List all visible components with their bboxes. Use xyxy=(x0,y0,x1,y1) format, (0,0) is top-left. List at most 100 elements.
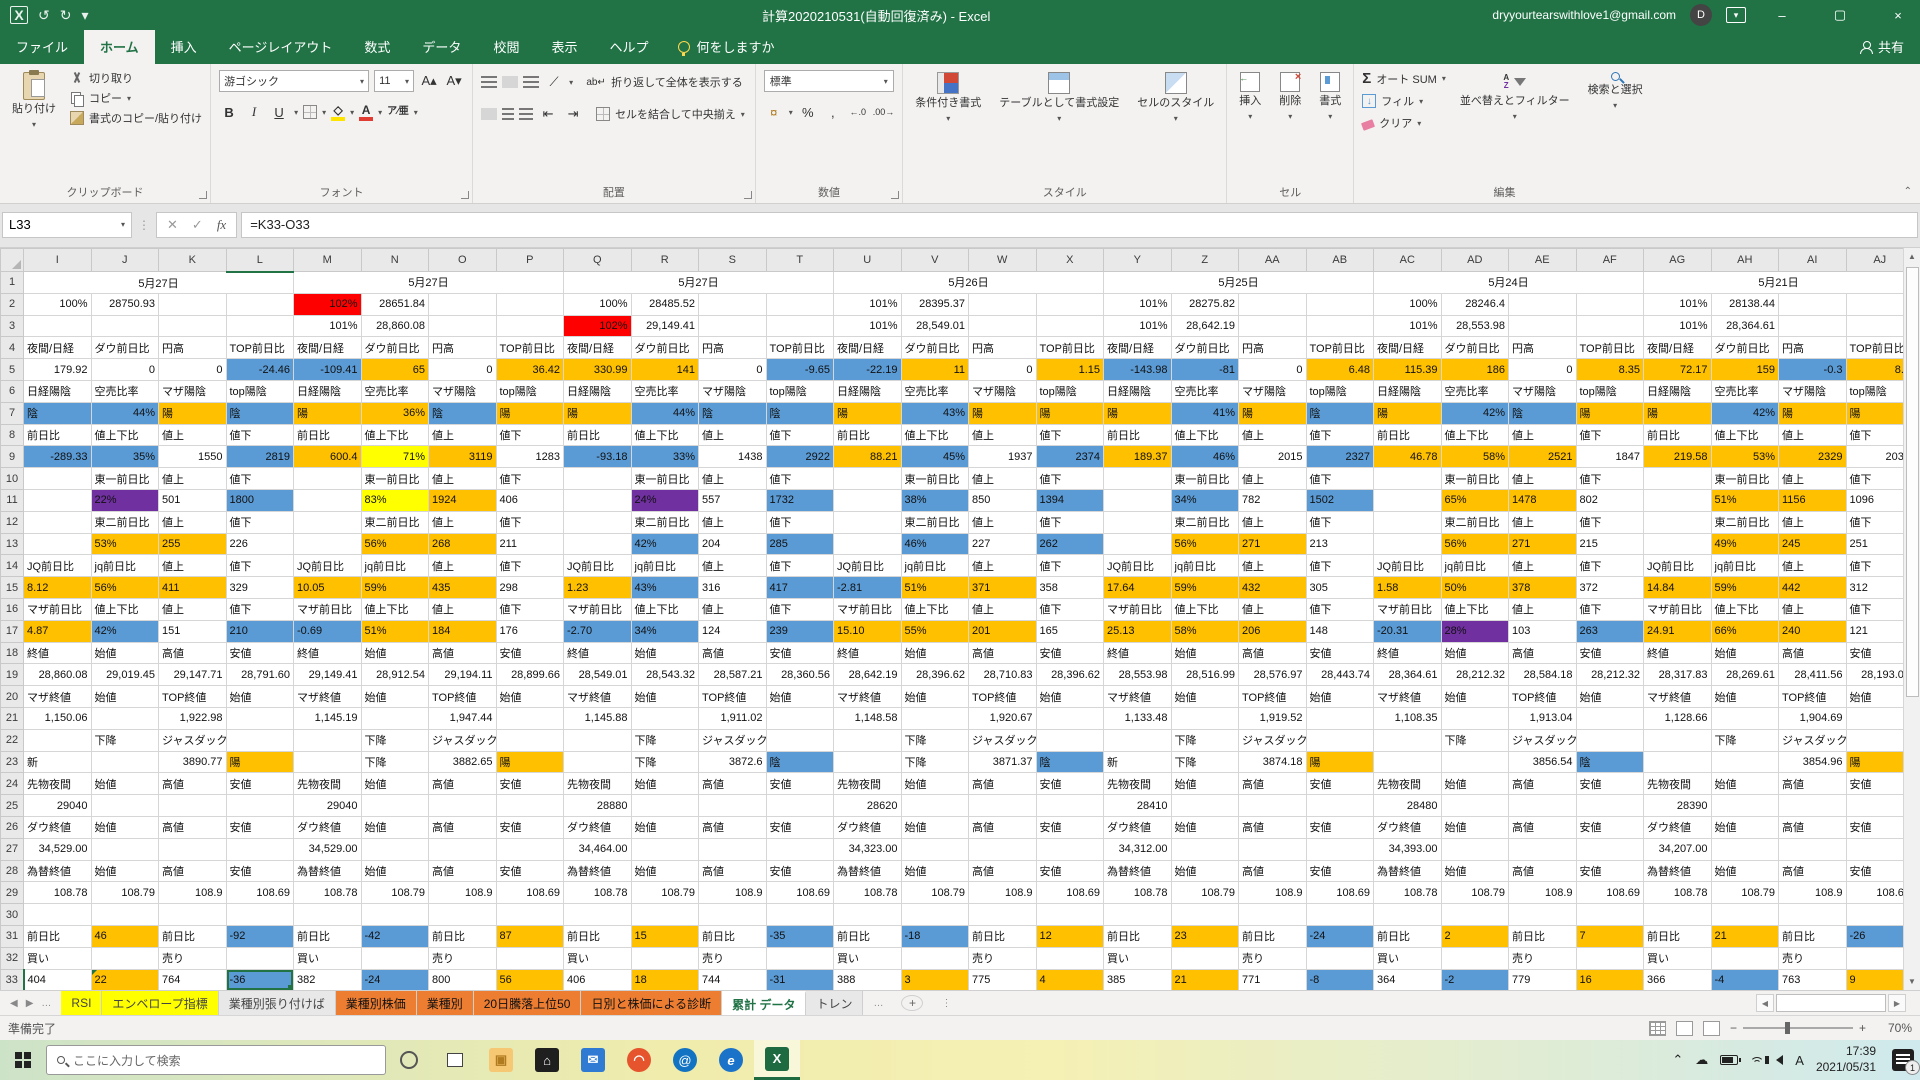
row-header-24[interactable]: 24 xyxy=(1,773,24,795)
cell-AF16[interactable]: 値下 xyxy=(1576,598,1644,620)
cell-AI22[interactable]: ジャスダック xyxy=(1779,729,1847,751)
cell-AA29[interactable]: 108.9 xyxy=(1239,882,1307,904)
cell-R21[interactable] xyxy=(631,707,699,729)
cell-W27[interactable] xyxy=(969,838,1037,860)
sheet-nav-more-icon[interactable]: … xyxy=(41,998,51,1009)
cell-Z32[interactable] xyxy=(1171,947,1239,969)
cell-T2[interactable] xyxy=(766,293,834,315)
cell-AF13[interactable]: 215 xyxy=(1576,533,1644,555)
cell-U27[interactable]: 34,323.00 xyxy=(834,838,902,860)
increase-decimal-icon[interactable]: ←.0 xyxy=(848,102,868,122)
cell-X27[interactable] xyxy=(1036,838,1104,860)
cell-I2[interactable]: 100% xyxy=(24,293,92,315)
cell-AC6[interactable]: 日経陽陰 xyxy=(1374,380,1442,402)
cell-AH29[interactable]: 108.79 xyxy=(1711,882,1779,904)
cell-O14[interactable]: 値上 xyxy=(429,555,497,577)
cell-AA21[interactable]: 1,919.52 xyxy=(1239,707,1307,729)
cell-AC31[interactable]: 前日比 xyxy=(1374,925,1442,947)
cell-AG12[interactable] xyxy=(1644,511,1712,533)
taskbar-edge[interactable]: e xyxy=(708,1040,754,1080)
cell-K7[interactable]: 陽 xyxy=(159,402,227,424)
cell-AI23[interactable]: 3854.96 xyxy=(1779,751,1847,773)
cell-AE18[interactable]: 高値 xyxy=(1509,642,1577,664)
tell-me-search[interactable]: 何をしますか xyxy=(664,30,788,64)
cell-O24[interactable]: 高値 xyxy=(429,773,497,795)
format-cells-button[interactable]: 書式▾ xyxy=(1313,68,1347,182)
cell-AE7[interactable]: 陰 xyxy=(1509,402,1577,424)
account-avatar[interactable]: D xyxy=(1690,4,1712,26)
col-header-R[interactable]: R xyxy=(631,249,699,272)
cell-AG9[interactable]: 219.58 xyxy=(1644,446,1712,468)
cell-W32[interactable]: 売り xyxy=(969,947,1037,969)
cell-K15[interactable]: 411 xyxy=(159,577,227,599)
cell-AA31[interactable]: 前日比 xyxy=(1239,925,1307,947)
cell-M25[interactable]: 29040 xyxy=(294,795,362,817)
select-all-corner[interactable] xyxy=(1,249,24,272)
cell-N22[interactable]: 下降 xyxy=(361,729,429,751)
cell-AG10[interactable] xyxy=(1644,468,1712,490)
cell-Y1[interactable]: 5月25日 xyxy=(1104,272,1374,294)
cell-U11[interactable] xyxy=(834,489,902,511)
cell-Y6[interactable]: 日経陽陰 xyxy=(1104,380,1172,402)
cell-P23[interactable]: 陽 xyxy=(496,751,564,773)
cell-X6[interactable]: top陽陰 xyxy=(1036,380,1104,402)
cell-M20[interactable]: マザ終値 xyxy=(294,686,362,708)
cell-Q21[interactable]: 1,145.88 xyxy=(564,707,632,729)
cell-AE11[interactable]: 1478 xyxy=(1509,489,1577,511)
cell-T14[interactable]: 値下 xyxy=(766,555,834,577)
cell-U16[interactable]: マザ前日比 xyxy=(834,598,902,620)
cell-O15[interactable]: 435 xyxy=(429,577,497,599)
fill-button[interactable]: ↓フィル▾ xyxy=(1360,91,1448,111)
cell-N18[interactable]: 始値 xyxy=(361,642,429,664)
cell-L32[interactable] xyxy=(226,947,294,969)
scroll-right-icon[interactable]: ▶ xyxy=(1888,994,1906,1012)
cell-AI16[interactable]: 値上 xyxy=(1779,598,1847,620)
cell-V12[interactable]: 東二前日比 xyxy=(901,511,969,533)
cell-Y9[interactable]: 189.37 xyxy=(1104,446,1172,468)
row-header-21[interactable]: 21 xyxy=(1,707,24,729)
merge-center-button[interactable]: セルを結合して中央揃え▾ xyxy=(594,104,747,124)
cell-V11[interactable]: 38% xyxy=(901,489,969,511)
cell-X19[interactable]: 28,396.62 xyxy=(1036,664,1104,686)
cell-M24[interactable]: 先物夜間 xyxy=(294,773,362,795)
cell-Z19[interactable]: 28,516.99 xyxy=(1171,664,1239,686)
percent-style-button[interactable]: % xyxy=(798,102,818,122)
cell-AC2[interactable]: 100% xyxy=(1374,293,1442,315)
cell-Q25[interactable]: 28880 xyxy=(564,795,632,817)
cell-P4[interactable]: TOP前日比 xyxy=(496,337,564,359)
cell-R31[interactable]: 15 xyxy=(631,925,699,947)
cell-AG23[interactable] xyxy=(1644,751,1712,773)
row-header-8[interactable]: 8 xyxy=(1,424,24,446)
cell-Q27[interactable]: 34,464.00 xyxy=(564,838,632,860)
insert-function-icon[interactable]: fx xyxy=(217,217,226,233)
cell-AA11[interactable]: 782 xyxy=(1239,489,1307,511)
cell-I25[interactable]: 29040 xyxy=(24,795,92,817)
cell-I9[interactable]: -289.33 xyxy=(24,446,92,468)
cell-X14[interactable]: 値下 xyxy=(1036,555,1104,577)
cell-AC5[interactable]: 115.39 xyxy=(1374,359,1442,381)
cell-Q11[interactable] xyxy=(564,489,632,511)
cell-Y3[interactable]: 101% xyxy=(1104,315,1172,337)
cell-M2[interactable]: 102% xyxy=(294,293,362,315)
cell-AC11[interactable] xyxy=(1374,489,1442,511)
cell-N2[interactable]: 28651.84 xyxy=(361,293,429,315)
row-header-4[interactable]: 4 xyxy=(1,337,24,359)
sheet-tab-業種別張り付けば[interactable]: 業種別張り付けば xyxy=(219,991,336,1015)
cell-O2[interactable] xyxy=(429,293,497,315)
cell-AB20[interactable]: 始値 xyxy=(1306,686,1374,708)
cell-T19[interactable]: 28,360.56 xyxy=(766,664,834,686)
cell-R3[interactable]: 29,149.41 xyxy=(631,315,699,337)
taskbar-search-input[interactable]: ここに入力して検索 xyxy=(46,1045,386,1075)
cell-AD10[interactable]: 東一前日比 xyxy=(1441,468,1509,490)
cell-I21[interactable]: 1,150.06 xyxy=(24,707,92,729)
alignment-dialog-launcher-icon[interactable] xyxy=(744,191,752,199)
cell-M8[interactable]: 前日比 xyxy=(294,424,362,446)
taskbar-thunderbird[interactable]: ◠ xyxy=(616,1040,662,1080)
cell-I24[interactable]: 先物夜間 xyxy=(24,773,92,795)
cell-V23[interactable]: 下降 xyxy=(901,751,969,773)
cell-AB32[interactable] xyxy=(1306,947,1374,969)
cell-V10[interactable]: 東一前日比 xyxy=(901,468,969,490)
cell-L2[interactable] xyxy=(226,293,294,315)
cell-W22[interactable]: ジャスダック xyxy=(969,729,1037,751)
row-header-10[interactable]: 10 xyxy=(1,468,24,490)
